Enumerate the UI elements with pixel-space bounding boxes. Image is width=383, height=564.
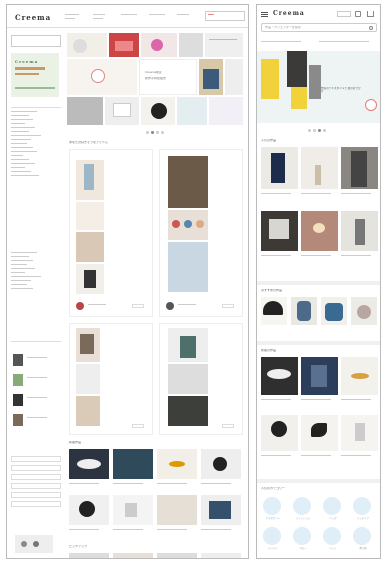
mobile-search-input[interactable]: 作品・クリエイターを検索 bbox=[261, 23, 377, 32]
search-box[interactable] bbox=[205, 11, 245, 21]
feed-section-title: あなたの好きそうなアイテム bbox=[69, 141, 108, 144]
sidebar-search[interactable] bbox=[11, 35, 61, 47]
mobile-section-4-title: 人気のカテゴリー bbox=[261, 487, 286, 490]
cart-icon[interactable] bbox=[367, 11, 374, 17]
search-icon[interactable] bbox=[369, 26, 373, 30]
category-label: バッグ bbox=[329, 517, 337, 520]
category-label: インテリア bbox=[357, 517, 369, 520]
sidebar-banner-logo: Creema bbox=[15, 59, 39, 64]
hero-grid[interactable]: Creema限定 新作＆特別販売 bbox=[67, 33, 243, 133]
category-label: ベビー bbox=[299, 547, 307, 550]
hero-banner-text-2: 新作＆特別販売 bbox=[145, 77, 167, 80]
sidebar-creator-list[interactable] bbox=[11, 341, 61, 445]
sidebar-list-3[interactable] bbox=[11, 453, 61, 510]
category-food-icon[interactable] bbox=[353, 527, 371, 545]
feed-card-3[interactable] bbox=[69, 323, 153, 435]
mobile-screenshot: Creema 作品・クリエイターを検索 作家のテキスタイルで 夏のおでかけ 人気… bbox=[256, 4, 381, 559]
mobile-category-grid[interactable]: アクセサリー ファッション バッグ インテリア キッチン ベビー ペット 食べ物 bbox=[257, 495, 380, 557]
new-section-title: 新着作品 bbox=[69, 441, 82, 444]
hero-pager[interactable] bbox=[145, 131, 165, 135]
sidebar-bottom-image[interactable] bbox=[15, 535, 53, 553]
category-label: アクセサリー bbox=[265, 517, 281, 520]
site-logo[interactable]: Creema bbox=[15, 13, 51, 22]
mobile-grid-3[interactable] bbox=[259, 357, 380, 475]
bottom-section-title: ピックアップ bbox=[69, 545, 88, 548]
sidebar-list-2[interactable] bbox=[11, 249, 61, 292]
mobile-search-placeholder: 作品・クリエイターを検索 bbox=[265, 26, 301, 29]
category-pet-icon[interactable] bbox=[323, 527, 341, 545]
new-items-grid[interactable] bbox=[69, 449, 245, 539]
mobile-section-1-title: 人気の作品 bbox=[261, 139, 277, 142]
category-baby-icon[interactable] bbox=[293, 527, 311, 545]
sidebar-banner[interactable]: Creema bbox=[11, 53, 59, 97]
mobile-logo[interactable]: Creema bbox=[273, 10, 305, 17]
header-nav[interactable] bbox=[65, 13, 215, 21]
feed-card-1[interactable] bbox=[69, 149, 153, 317]
mobile-hero-pager[interactable] bbox=[307, 129, 327, 133]
category-kitchen-icon[interactable] bbox=[263, 527, 281, 545]
mobile-grid-1[interactable] bbox=[259, 147, 380, 277]
mobile-section-2-title: おすすめの作品 bbox=[261, 289, 283, 292]
category-bag-icon[interactable] bbox=[323, 497, 341, 515]
mobile-section-3-title: 新着の作品 bbox=[261, 349, 277, 352]
login-button[interactable] bbox=[337, 11, 351, 17]
category-label: キッチン bbox=[268, 547, 278, 550]
mobile-tabs[interactable] bbox=[261, 37, 377, 47]
category-interior-icon[interactable] bbox=[353, 497, 371, 515]
bottom-strip[interactable] bbox=[69, 553, 245, 558]
category-label: ペット bbox=[329, 547, 337, 550]
sidebar-category-list[interactable] bbox=[11, 103, 61, 179]
mobile-hero[interactable]: 作家のテキスタイルで 夏のおでかけ bbox=[257, 51, 380, 123]
feed-card-2[interactable] bbox=[159, 149, 243, 317]
mobile-grid-2[interactable] bbox=[259, 297, 380, 337]
menu-icon[interactable] bbox=[261, 12, 268, 17]
category-label: ファッション bbox=[295, 517, 311, 520]
mobile-hero-caption: 作家のテキスタイルで 夏のおでかけ bbox=[321, 87, 361, 94]
category-fashion-icon[interactable] bbox=[293, 497, 311, 515]
desktop-screenshot: Creema Creema Creema限定 新作＆特別販売 あなたの好きそうな… bbox=[6, 4, 249, 559]
feed-card-4[interactable] bbox=[159, 323, 243, 435]
hero-banner-text-1: Creema限定 bbox=[145, 71, 162, 74]
account-icon[interactable] bbox=[355, 11, 361, 17]
category-label: 食べ物 bbox=[359, 547, 367, 550]
category-accessory-icon[interactable] bbox=[263, 497, 281, 515]
